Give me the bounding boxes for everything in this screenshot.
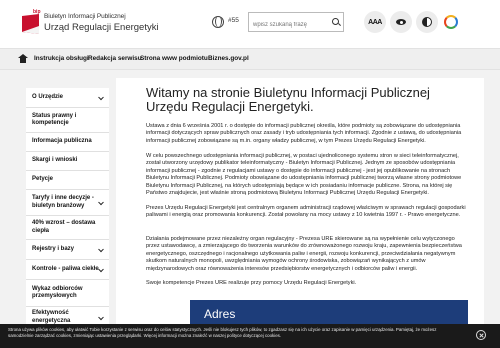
font-size-label: AAA xyxy=(368,18,382,26)
paragraph: Ustawa z dnia 6 września 2001 r. o dostę… xyxy=(146,123,462,144)
sidebar: O Urzędzie Status prawny i kompetencje I… xyxy=(26,88,109,329)
sidebar-item-label: Taryfy i inne decyzje - biuletyn branżow… xyxy=(32,195,94,209)
header: bip Biuletyn Informacji Publicznej Urząd… xyxy=(0,0,500,48)
chevron-down-icon xyxy=(98,94,104,100)
chevron-down-icon xyxy=(98,246,104,252)
eye-icon xyxy=(396,19,406,25)
logo[interactable]: bip Biuletyn Informacji Publicznej Urząd… xyxy=(22,9,172,39)
sidebar-item-label: O Urzędzie xyxy=(32,93,64,100)
visibility-button[interactable] xyxy=(390,11,412,33)
sidebar-item-label: Efektywność energetyczna xyxy=(32,310,71,324)
sidebar-item-label: Kontrole - paliwa ciekłe xyxy=(32,265,99,272)
paragraph: Swoje kompetencje Prezes URE realizuje p… xyxy=(146,280,357,286)
sidebar-item-taryfy[interactable]: Taryfy i inne decyzje - biuletyn branżow… xyxy=(26,190,109,216)
sign-language-icon xyxy=(444,15,458,29)
globe-icon[interactable] xyxy=(212,16,224,28)
sidebar-item-rejestry[interactable]: Rejestry i bazy xyxy=(26,240,109,260)
sidebar-item-label: Status prawny i kompetencje xyxy=(32,112,77,127)
sidebar-item-o-urzedzie[interactable]: O Urzędzie xyxy=(26,88,109,108)
sidebar-item-label: Wykaz odbiorców przemysłowych xyxy=(32,285,83,300)
adres-heading: Adres xyxy=(204,307,236,321)
search-box xyxy=(248,12,344,34)
chevron-down-icon xyxy=(98,199,104,205)
chevron-down-icon xyxy=(98,314,104,320)
sidebar-item-label: Skargi i wnioski xyxy=(32,157,78,164)
sidebar-item-label: Petycje xyxy=(32,176,54,183)
chevron-down-icon xyxy=(98,266,104,272)
nav-item-instrukcja[interactable]: Instrukcja obsługi xyxy=(34,55,89,62)
sidebar-item-status-prawny[interactable]: Status prawny i kompetencje xyxy=(26,108,109,133)
contrast-button[interactable] xyxy=(416,11,438,33)
search-icon[interactable] xyxy=(332,18,339,25)
nav-item-redakcja[interactable]: Redakcja serwisu xyxy=(88,55,142,62)
nav-item-biznes[interactable]: Biznes.gov.pl xyxy=(208,55,249,62)
page-title: Witamy na stronie Biuletynu Informacji P… xyxy=(146,85,430,114)
sidebar-item-kontrole[interactable]: Kontrole - paliwa ciekłe xyxy=(26,260,109,280)
sign-language-button[interactable] xyxy=(440,11,462,33)
sidebar-item-skargi[interactable]: Skargi i wnioski xyxy=(26,152,109,171)
close-icon[interactable] xyxy=(476,330,486,340)
search-input[interactable] xyxy=(249,16,327,34)
logo-line1: Biuletyn Informacji Publicznej xyxy=(44,13,126,20)
sidebar-item-40-wzrost[interactable]: 40% wzrost – dostawa ciepła xyxy=(26,216,109,240)
cookie-text: Strona używa plików cookies, aby ułatwić… xyxy=(8,327,437,339)
bip-logo-icon xyxy=(22,14,39,34)
font-size-button[interactable]: AAA xyxy=(364,11,386,33)
page: bip Biuletyn Informacji Publicznej Urząd… xyxy=(0,0,500,348)
sidebar-item-petycje[interactable]: Petycje xyxy=(26,171,109,190)
home-icon[interactable] xyxy=(18,54,28,64)
nav-item-strona-www[interactable]: Strona www podmiotu xyxy=(140,55,208,62)
contrast-icon xyxy=(422,17,432,27)
paragraph: Prezes Urzędu Regulacji Energetyki jest … xyxy=(146,205,466,219)
sidebar-item-label: Informacja publiczna xyxy=(32,138,92,145)
logo-line2: Urząd Regulacji Energetyki xyxy=(44,22,159,33)
cookie-bar: Strona używa plików cookies, aby ułatwić… xyxy=(0,324,500,348)
top-nav: Instrukcja obsługi Redakcja serwisu Stro… xyxy=(0,48,500,70)
main-content: Witamy na stronie Biuletynu Informacji P… xyxy=(116,78,484,348)
visitor-count: #55 xyxy=(228,17,239,24)
paragraph: W celu powszechnego udostępniania inform… xyxy=(146,153,462,197)
logo-badge: bip xyxy=(33,9,41,15)
sidebar-item-wykaz-odbiorcow[interactable]: Wykaz odbiorców przemysłowych xyxy=(26,280,109,307)
sidebar-item-informacja-publiczna[interactable]: Informacja publiczna xyxy=(26,133,109,152)
sidebar-item-label: 40% wzrost – dostawa ciepła xyxy=(32,220,96,234)
sidebar-item-label: Rejestry i bazy xyxy=(32,245,75,252)
paragraph: Działania podejmowane przez niezależny o… xyxy=(146,236,462,272)
